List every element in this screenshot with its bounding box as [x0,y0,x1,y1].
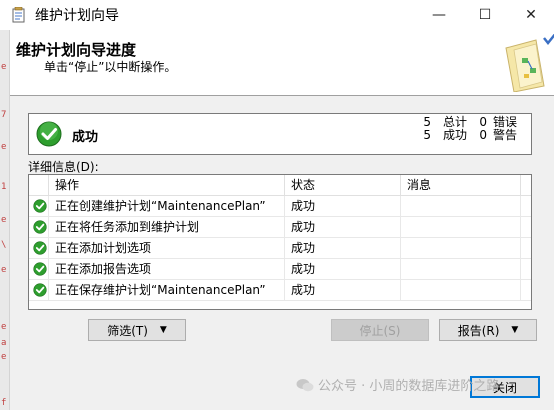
wizard-header: 维护计划向导进度 单击“停止”以中断操作。 [10,30,554,96]
row-icon-cell [29,238,49,259]
report-dropdown-button[interactable]: 报告(R) ▼ [439,319,537,341]
header-icon-column [29,175,49,195]
row-icon-cell [29,280,49,301]
row-message [401,280,521,301]
chevron-down-icon: ▼ [159,325,167,335]
row-message [401,196,521,217]
row-status: 成功 [285,196,401,217]
success-check-icon [33,283,47,297]
row-message [401,259,521,280]
row-action: 正在保存维护计划“MaintenancePlan” [49,280,285,301]
row-icon-cell [29,196,49,217]
table-row[interactable]: 正在添加报告选项 成功 [29,259,531,280]
row-action: 正在添加计划选项 [49,238,285,259]
table-row[interactable]: 正在创建维护计划“MaintenancePlan” 成功 [29,196,531,217]
window-title: 维护计划向导 [35,8,119,24]
success-label: 成功 [442,128,467,142]
row-action: 正在创建维护计划“MaintenancePlan” [49,196,285,217]
table-row[interactable]: 正在将任务添加到维护计划 成功 [29,217,531,238]
row-message [401,217,521,238]
row-icon-cell [29,259,49,280]
row-status: 成功 [285,259,401,280]
row-action: 正在将任务添加到维护计划 [49,217,285,238]
title-bar: 维护计划向导 — ☐ ✕ [0,0,554,30]
table-row[interactable]: 正在保存维护计划“MaintenancePlan” 成功 [29,280,531,301]
column-header-action[interactable]: 操作 [49,175,285,195]
row-status: 成功 [285,238,401,259]
row-status: 成功 [285,280,401,301]
close-window-button[interactable]: ✕ [508,0,554,30]
watermark: 公众号 · 小周的数据库进阶之路 [296,375,499,394]
stop-button[interactable]: 停止(S) [331,319,429,341]
row-action: 正在添加报告选项 [49,259,285,280]
watermark-text: 公众号 · 小周的数据库进阶之路 [318,379,500,394]
page-title: 维护计划向导进度 [16,41,137,59]
column-header-status[interactable]: 状态 [285,175,401,195]
status-summary-panel: 成功 5 总计 0 错误 5 成功 0 警告 [28,113,532,155]
wizard-graphic-icon [505,34,554,92]
table-header: 操作 状态 消息 [29,175,531,196]
wizard-app-icon [12,7,25,23]
column-header-message[interactable]: 消息 [401,175,521,195]
success-check-icon [36,121,62,147]
warning-label: 警告 [493,128,518,142]
filter-dropdown-button[interactable]: 筛选(T) ▼ [88,319,186,341]
status-counts: 5 总计 0 错误 5 成功 0 警告 [417,116,527,142]
stop-button-label: 停止(S) [359,323,401,338]
details-table[interactable]: 操作 状态 消息 正在创建维护计划“MaintenancePlan” 成功 正在将任… [28,174,532,310]
details-label: 详细信息(D): [28,160,99,174]
report-button-label: 报告(R) [457,323,500,338]
warning-count: 0 [479,128,487,142]
wizard-dialog: 维护计划向导 — ☐ ✕ 维护计划向导进度 单击“停止”以中断操作。 成功 5 … [0,0,554,410]
maximize-button[interactable]: ☐ [462,0,508,30]
page-subtitle: 单击“停止”以中断操作。 [44,60,177,74]
success-check-icon [33,199,47,213]
row-status: 成功 [285,217,401,238]
success-check-icon [33,262,47,276]
table-row[interactable]: 正在添加计划选项 成功 [29,238,531,259]
chevron-down-icon: ▼ [511,325,519,335]
filter-button-label: 筛选(T) [107,323,148,338]
row-icon-cell [29,217,49,238]
row-message [401,238,521,259]
success-check-icon [33,220,47,234]
wechat-icon [296,378,314,391]
success-count: 5 [423,128,431,142]
minimize-button[interactable]: — [416,0,462,30]
status-text: 成功 [72,130,99,145]
success-check-icon [33,241,47,255]
